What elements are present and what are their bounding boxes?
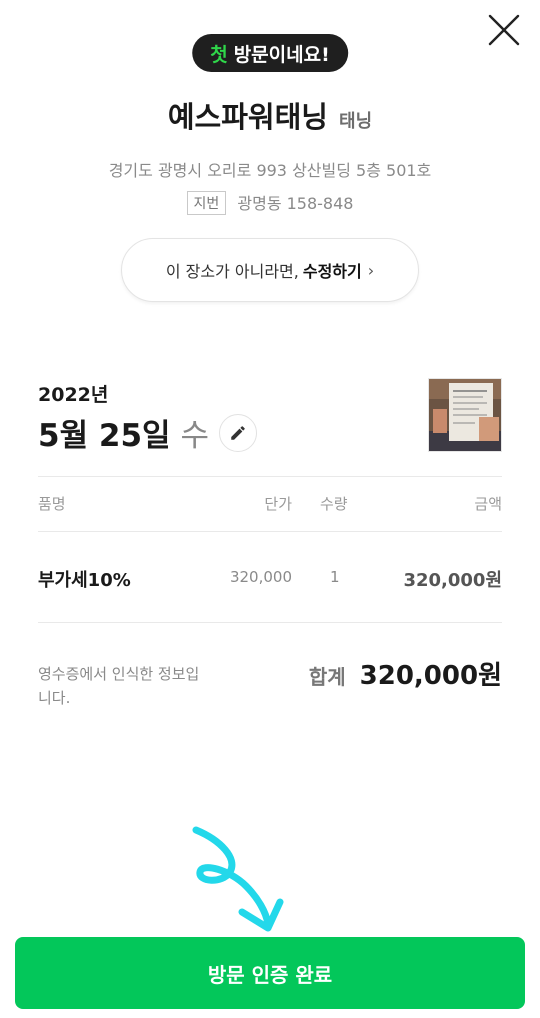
divider <box>38 531 502 532</box>
item-qty: 1 <box>330 568 340 586</box>
item-amount: 320,000원 <box>403 570 502 591</box>
close-button[interactable] <box>484 10 524 50</box>
receipt-year: 2022년 <box>38 384 109 406</box>
divider <box>38 622 502 623</box>
total-label: 합계 <box>308 665 346 689</box>
visit-complete-label: 방문 인증 완료 <box>207 962 333 987</box>
item-name: 부가세10% <box>38 570 131 591</box>
receipt-photo-icon <box>429 379 501 451</box>
road-address: 경기도 광명시 오리로 993 상산빌딩 5층 501호 <box>108 161 432 180</box>
receipt-date: 5월 25일 <box>38 418 171 454</box>
total-row: 합계 320,000원 <box>309 655 502 692</box>
jibun-address-row: 지번 광명동 158-848 <box>0 190 540 215</box>
total-amount: 320,000원 <box>359 661 502 691</box>
header-qty: 수량 <box>320 495 348 513</box>
receipt-weekday: 수 <box>180 418 210 454</box>
divider <box>38 476 502 477</box>
header-amount: 금액 <box>474 495 502 513</box>
edit-place-button[interactable]: 이 장소가 아니라면, 수정하기 › <box>121 238 419 302</box>
receipt-date-row: 5월 25일 수 <box>38 410 258 455</box>
jibun-tag: 지번 <box>186 191 227 215</box>
header-unit-price: 단가 <box>264 495 292 513</box>
place-name: 예스파워태닝 <box>167 100 328 134</box>
ocr-note: 영수증에서 인식한 정보입니다. <box>38 665 200 707</box>
edit-place-action: 수정하기 <box>302 262 362 281</box>
edit-date-button[interactable] <box>219 413 258 452</box>
pencil-icon <box>231 425 245 440</box>
annotation-arrow-icon <box>192 826 284 932</box>
receipt-thumbnail[interactable] <box>428 378 502 452</box>
edit-place-prompt: 이 장소가 아니라면, <box>165 262 299 281</box>
first-visit-badge: 첫 방문이네요! <box>192 34 348 72</box>
place-category: 태닝 <box>339 111 373 132</box>
jibun-address: 광명동 158-848 <box>237 194 354 213</box>
visit-complete-button[interactable]: 방문 인증 완료 <box>15 937 525 1009</box>
header-item: 품명 <box>38 495 66 513</box>
chevron-right-icon: › <box>367 260 375 280</box>
badge-accent: 첫 <box>210 43 228 66</box>
place-title: 예스파워태닝 태닝 <box>0 94 540 136</box>
item-unit-price: 320,000 <box>229 568 292 586</box>
close-icon <box>488 14 520 46</box>
badge-text: 방문이네요! <box>233 43 330 66</box>
